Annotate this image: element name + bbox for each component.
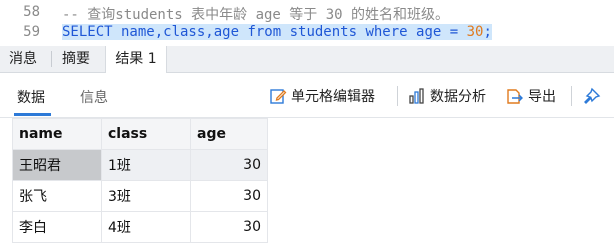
subtab-info[interactable]: 信息: [80, 87, 108, 107]
cell-age[interactable]: 30: [190, 180, 268, 212]
tab-messages[interactable]: 消息: [6, 46, 40, 72]
cell-name[interactable]: 李白: [12, 211, 102, 243]
table-row[interactable]: 李白 4班 30: [12, 211, 268, 243]
keyword-select: SELECT: [62, 24, 113, 40]
keyword-from: from: [247, 24, 282, 40]
query-end: ;: [483, 24, 492, 40]
tab-result-1[interactable]: 结果 1: [105, 46, 167, 73]
subtab-data[interactable]: 数据: [17, 87, 45, 107]
keyword-where: where: [365, 24, 408, 40]
table-row[interactable]: 张飞 3班 30: [12, 180, 268, 212]
cell-class[interactable]: 3班: [101, 180, 191, 212]
query-condition: age =: [407, 24, 467, 40]
cell-class[interactable]: 4班: [101, 211, 191, 243]
cell-class[interactable]: 1班: [101, 149, 191, 181]
data-analysis-label: 数据分析: [430, 89, 486, 105]
edit-icon: [270, 89, 287, 104]
toolbar-divider: [397, 86, 398, 106]
column-header-name[interactable]: name: [12, 118, 102, 150]
export-icon: [507, 89, 523, 104]
code-line-query[interactable]: SELECT name,class,age from students wher…: [62, 24, 492, 40]
result-tabs: 消息 摘要 结果 1: [0, 46, 614, 73]
column-header-age[interactable]: age: [190, 118, 268, 150]
pin-button[interactable]: [582, 85, 606, 107]
code-line-comment[interactable]: -- 查询students 表中年龄 age 等于 30 的姓名和班级。: [62, 4, 449, 24]
export-button[interactable]: 导出: [504, 85, 556, 107]
tab-divider: [51, 51, 52, 67]
query-fields: name,class,age: [112, 24, 248, 40]
table-header-row: name class age: [12, 118, 268, 150]
bar-chart-icon: [409, 88, 424, 104]
active-subtab-indicator: [14, 113, 51, 116]
line-number: 59: [23, 24, 40, 40]
data-analysis-button[interactable]: 数据分析: [408, 85, 486, 107]
query-value: 30: [466, 24, 484, 40]
toolbar-divider: [571, 86, 572, 106]
sql-editor[interactable]: 58 59 -- 查询students 表中年龄 age 等于 30 的姓名和班…: [0, 0, 614, 46]
cell-name[interactable]: 王昭君: [12, 149, 102, 181]
line-number: 58: [23, 4, 40, 20]
cell-name[interactable]: 张飞: [12, 180, 102, 212]
cell-age[interactable]: 30: [190, 211, 268, 243]
export-label: 导出: [528, 89, 556, 105]
result-toolbar: 数据 信息 单元格编辑器 数据分析 导出: [0, 73, 614, 118]
tab-summary[interactable]: 摘要: [56, 46, 96, 72]
cell-age[interactable]: 30: [190, 149, 268, 181]
pin-icon: [584, 87, 601, 104]
cell-editor-label: 单元格编辑器: [291, 89, 375, 105]
table-row[interactable]: 王昭君 1班 30: [12, 149, 268, 181]
column-header-class[interactable]: class: [101, 118, 191, 150]
cell-editor-button[interactable]: 单元格编辑器: [269, 85, 375, 107]
result-grid: name class age 王昭君 1班 30 张飞 3班 30 李白 4班 …: [12, 118, 268, 243]
query-table: students: [281, 24, 366, 40]
line-number-gutter: 58 59: [0, 0, 52, 46]
